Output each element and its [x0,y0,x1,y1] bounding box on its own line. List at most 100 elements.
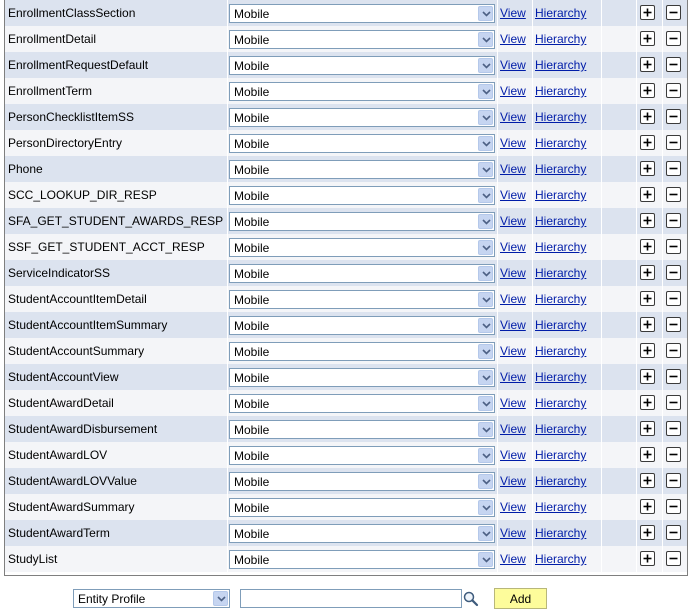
view-link[interactable]: View [500,58,526,72]
minus-icon[interactable] [666,395,681,410]
chevron-down-icon[interactable] [213,591,228,606]
hierarchy-link[interactable]: Hierarchy [535,32,586,46]
plus-icon[interactable] [640,239,655,254]
minus-icon[interactable] [666,473,681,488]
view-link[interactable]: View [500,292,526,306]
view-link[interactable]: View [500,136,526,150]
hierarchy-link[interactable]: Hierarchy [535,318,586,332]
profile-select[interactable]: Mobile [229,342,495,361]
hierarchy-link[interactable]: Hierarchy [535,526,586,540]
chevron-down-icon[interactable] [478,84,493,99]
profile-select[interactable]: Mobile [229,30,495,49]
plus-icon[interactable] [640,5,655,20]
hierarchy-link[interactable]: Hierarchy [535,162,586,176]
hierarchy-link[interactable]: Hierarchy [535,448,586,462]
minus-icon[interactable] [666,213,681,228]
hierarchy-link[interactable]: Hierarchy [535,474,586,488]
view-link[interactable]: View [500,6,526,20]
plus-icon[interactable] [640,499,655,514]
hierarchy-link[interactable]: Hierarchy [535,500,586,514]
hierarchy-link[interactable]: Hierarchy [535,136,586,150]
view-link[interactable]: View [500,318,526,332]
view-link[interactable]: View [500,32,526,46]
plus-icon[interactable] [640,551,655,566]
chevron-down-icon[interactable] [478,448,493,463]
plus-icon[interactable] [640,473,655,488]
view-link[interactable]: View [500,448,526,462]
entity-search-input[interactable] [240,589,462,608]
view-link[interactable]: View [500,370,526,384]
hierarchy-link[interactable]: Hierarchy [535,214,586,228]
profile-select[interactable]: Mobile [229,82,495,101]
minus-icon[interactable] [666,135,681,150]
profile-select[interactable]: Mobile [229,498,495,517]
view-link[interactable]: View [500,266,526,280]
plus-icon[interactable] [640,83,655,98]
minus-icon[interactable] [666,31,681,46]
plus-icon[interactable] [640,395,655,410]
hierarchy-link[interactable]: Hierarchy [535,84,586,98]
magnifier-icon[interactable] [462,590,480,608]
minus-icon[interactable] [666,83,681,98]
chevron-down-icon[interactable] [478,58,493,73]
chevron-down-icon[interactable] [478,110,493,125]
profile-select[interactable]: Mobile [229,368,495,387]
plus-icon[interactable] [640,109,655,124]
hierarchy-link[interactable]: Hierarchy [535,370,586,384]
profile-select[interactable]: Mobile [229,56,495,75]
minus-icon[interactable] [666,369,681,384]
chevron-down-icon[interactable] [478,136,493,151]
hierarchy-link[interactable]: Hierarchy [535,240,586,254]
chevron-down-icon[interactable] [478,188,493,203]
chevron-down-icon[interactable] [478,422,493,437]
chevron-down-icon[interactable] [478,344,493,359]
plus-icon[interactable] [640,265,655,280]
plus-icon[interactable] [640,31,655,46]
view-link[interactable]: View [500,240,526,254]
minus-icon[interactable] [666,499,681,514]
profile-select[interactable]: Mobile [229,550,495,569]
chevron-down-icon[interactable] [478,214,493,229]
plus-icon[interactable] [640,57,655,72]
plus-icon[interactable] [640,135,655,150]
hierarchy-link[interactable]: Hierarchy [535,188,586,202]
hierarchy-link[interactable]: Hierarchy [535,552,586,566]
view-link[interactable]: View [500,84,526,98]
add-button[interactable]: Add [494,588,547,609]
plus-icon[interactable] [640,187,655,202]
view-link[interactable]: View [500,188,526,202]
chevron-down-icon[interactable] [478,32,493,47]
view-link[interactable]: View [500,552,526,566]
chevron-down-icon[interactable] [478,162,493,177]
minus-icon[interactable] [666,187,681,202]
view-link[interactable]: View [500,214,526,228]
chevron-down-icon[interactable] [478,474,493,489]
minus-icon[interactable] [666,421,681,436]
hierarchy-link[interactable]: Hierarchy [535,292,586,306]
hierarchy-link[interactable]: Hierarchy [535,396,586,410]
minus-icon[interactable] [666,5,681,20]
view-link[interactable]: View [500,344,526,358]
chevron-down-icon[interactable] [478,6,493,21]
hierarchy-link[interactable]: Hierarchy [535,266,586,280]
hierarchy-link[interactable]: Hierarchy [535,58,586,72]
view-link[interactable]: View [500,500,526,514]
view-link[interactable]: View [500,474,526,488]
minus-icon[interactable] [666,291,681,306]
plus-icon[interactable] [640,369,655,384]
profile-select[interactable]: Mobile [229,264,495,283]
profile-select[interactable]: Mobile [229,290,495,309]
profile-select[interactable]: Mobile [229,472,495,491]
hierarchy-link[interactable]: Hierarchy [535,6,586,20]
profile-select[interactable]: Mobile [229,420,495,439]
chevron-down-icon[interactable] [478,370,493,385]
profile-select[interactable]: Mobile [229,316,495,335]
profile-select[interactable]: Mobile [229,394,495,413]
minus-icon[interactable] [666,525,681,540]
chevron-down-icon[interactable] [478,292,493,307]
profile-select[interactable]: Mobile [229,134,495,153]
chevron-down-icon[interactable] [478,500,493,515]
plus-icon[interactable] [640,447,655,462]
profile-select[interactable]: Mobile [229,186,495,205]
view-link[interactable]: View [500,526,526,540]
